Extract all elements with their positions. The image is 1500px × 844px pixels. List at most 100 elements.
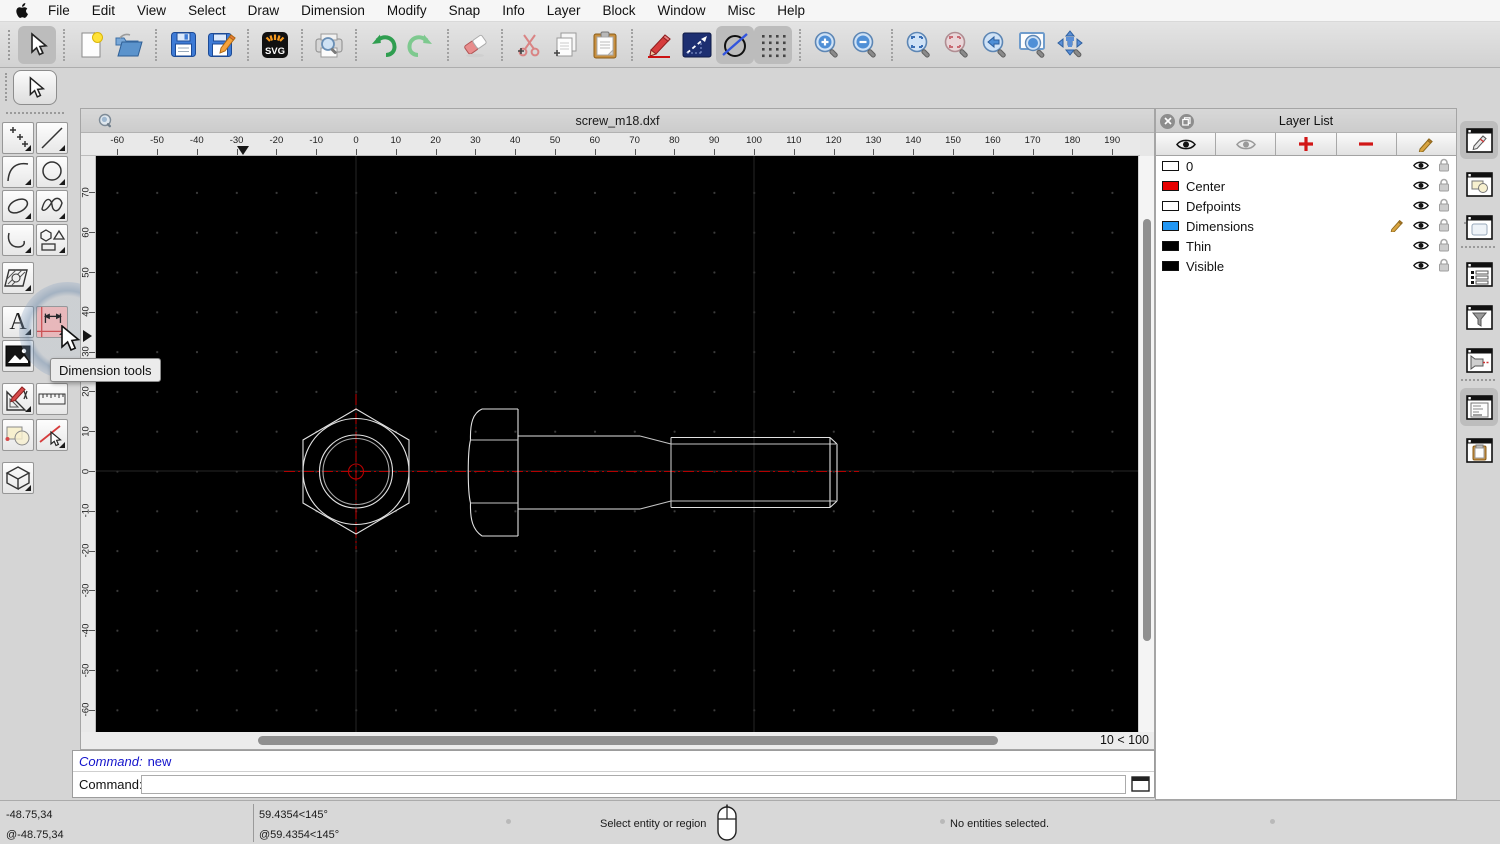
layer-color-swatch[interactable]: [1162, 261, 1179, 271]
dock-toggle-blocks[interactable]: [1460, 165, 1498, 203]
tool-points[interactable]: [2, 122, 34, 154]
layer-lock-icon[interactable]: [1438, 198, 1450, 215]
layer-lock-icon[interactable]: [1438, 218, 1450, 235]
dock-toggle-filter[interactable]: [1460, 298, 1498, 336]
layer-row-defpoints[interactable]: Defpoints: [1156, 196, 1456, 216]
tool-line[interactable]: [36, 122, 68, 154]
layer-lock-icon[interactable]: [1438, 258, 1450, 275]
tool-select-entity[interactable]: [36, 419, 68, 451]
layer-panel-float-button[interactable]: [1179, 113, 1194, 129]
menu-view[interactable]: View: [126, 3, 177, 18]
tool-solid[interactable]: [2, 462, 34, 494]
vertical-scrollbar[interactable]: [1138, 156, 1154, 734]
menu-file[interactable]: File: [37, 3, 81, 18]
tool-shapes[interactable]: [36, 224, 68, 256]
layer-row-center[interactable]: Center: [1156, 176, 1456, 196]
zoom-pan-button[interactable]: [1052, 26, 1090, 64]
subtoolbar-drag-handle[interactable]: [5, 73, 7, 101]
menu-layer[interactable]: Layer: [536, 3, 592, 18]
layer-panel-header[interactable]: Layer List: [1156, 109, 1456, 133]
layer-name[interactable]: Thin: [1186, 239, 1413, 254]
tool-arc[interactable]: [2, 156, 34, 188]
show-all-layers-button[interactable]: [1156, 133, 1217, 155]
menu-snap[interactable]: Snap: [438, 3, 492, 18]
dock-toggle-laser[interactable]: [1460, 341, 1498, 379]
toolbar-drag-handle[interactable]: [8, 29, 12, 60]
paste-button[interactable]: [586, 26, 624, 64]
menu-window[interactable]: Window: [647, 3, 717, 18]
layer-row-thin[interactable]: Thin: [1156, 236, 1456, 256]
tool-image[interactable]: [2, 340, 34, 372]
tool-measure[interactable]: [36, 383, 68, 415]
layer-color-swatch[interactable]: [1162, 221, 1179, 231]
tool-circle[interactable]: [36, 156, 68, 188]
eraser-button[interactable]: [456, 26, 494, 64]
layer-color-swatch[interactable]: [1162, 161, 1179, 171]
line-attributes-button[interactable]: [678, 26, 716, 64]
select-button[interactable]: [18, 25, 56, 64]
layer-row-0[interactable]: 0: [1156, 156, 1456, 176]
layer-lock-icon[interactable]: [1438, 238, 1450, 255]
layer-visibility-eye-icon[interactable]: [1413, 199, 1429, 214]
layer-visibility-eye-icon[interactable]: [1413, 159, 1429, 174]
layer-row-dimensions[interactable]: Dimensions: [1156, 216, 1456, 236]
tool-polyline[interactable]: [2, 224, 34, 256]
horizontal-scrollbar[interactable]: 10 < 100: [81, 732, 1154, 749]
layer-name[interactable]: Center: [1186, 179, 1413, 194]
save-as-button[interactable]: [202, 26, 240, 64]
tool-dimension[interactable]: [36, 306, 68, 338]
menu-dimension[interactable]: Dimension: [290, 3, 376, 18]
palette-drag-handle[interactable]: [6, 112, 64, 114]
command-dock-float-button[interactable]: [1131, 776, 1150, 792]
layer-panel-close-button[interactable]: [1160, 113, 1175, 129]
menu-misc[interactable]: Misc: [717, 3, 767, 18]
menu-edit[interactable]: Edit: [81, 3, 126, 18]
undo-button[interactable]: [364, 26, 402, 64]
dock-toggle-pen[interactable]: [1460, 121, 1498, 159]
tool-text[interactable]: A: [2, 306, 34, 338]
layer-name[interactable]: 0: [1186, 159, 1413, 174]
dock-toggle-layer-list[interactable]: [1460, 255, 1498, 293]
remove-layer-button[interactable]: [1337, 133, 1397, 155]
zoom-auto-button[interactable]: [900, 26, 938, 64]
menu-select[interactable]: Select: [177, 3, 237, 18]
dock-toggle-command-line[interactable]: [1460, 388, 1498, 426]
tool-hatch[interactable]: [2, 262, 34, 294]
layer-name[interactable]: Defpoints: [1186, 199, 1413, 214]
pen-color-button[interactable]: [716, 25, 754, 64]
print-preview-button[interactable]: [310, 26, 348, 64]
selection-pointer-button[interactable]: [13, 70, 57, 105]
zoom-selected-button[interactable]: [938, 26, 976, 64]
hide-all-layers-button[interactable]: [1216, 133, 1277, 155]
pen-button[interactable]: [640, 26, 678, 64]
layer-visibility-eye-icon[interactable]: [1413, 219, 1429, 234]
drawing-canvas[interactable]: [96, 156, 1140, 734]
tool-ellipse[interactable]: [2, 190, 34, 222]
save-button[interactable]: [164, 26, 202, 64]
edit-layer-button[interactable]: [1397, 133, 1456, 155]
zoom-previous-button[interactable]: [976, 26, 1014, 64]
add-layer-button[interactable]: [1276, 133, 1337, 155]
menu-info[interactable]: Info: [491, 3, 536, 18]
open-button[interactable]: [110, 26, 148, 64]
tool-blocks[interactable]: [2, 419, 34, 451]
layer-name[interactable]: Dimensions: [1186, 219, 1389, 234]
zoom-out-button[interactable]: [846, 26, 884, 64]
menu-draw[interactable]: Draw: [237, 3, 291, 18]
cut-button[interactable]: [510, 26, 548, 64]
layer-visibility-eye-icon[interactable]: [1413, 179, 1429, 194]
copy-button[interactable]: [548, 26, 586, 64]
layer-row-visible[interactable]: Visible: [1156, 256, 1456, 276]
layer-visibility-eye-icon[interactable]: [1413, 239, 1429, 254]
tool-spline[interactable]: [36, 190, 68, 222]
menu-block[interactable]: Block: [592, 3, 647, 18]
redo-button[interactable]: [402, 26, 440, 64]
layer-lock-icon[interactable]: [1438, 178, 1450, 195]
document-title-bar[interactable]: screw_m18.dxf: [81, 109, 1154, 133]
dock-toggle-clipboard[interactable]: [1460, 431, 1498, 469]
menu-modify[interactable]: Modify: [376, 3, 438, 18]
new-document-button[interactable]: [72, 26, 110, 64]
horizontal-scrollbar-thumb[interactable]: [258, 736, 998, 745]
svg-export-button[interactable]: SVG: [256, 26, 294, 64]
layer-name[interactable]: Visible: [1186, 259, 1413, 274]
